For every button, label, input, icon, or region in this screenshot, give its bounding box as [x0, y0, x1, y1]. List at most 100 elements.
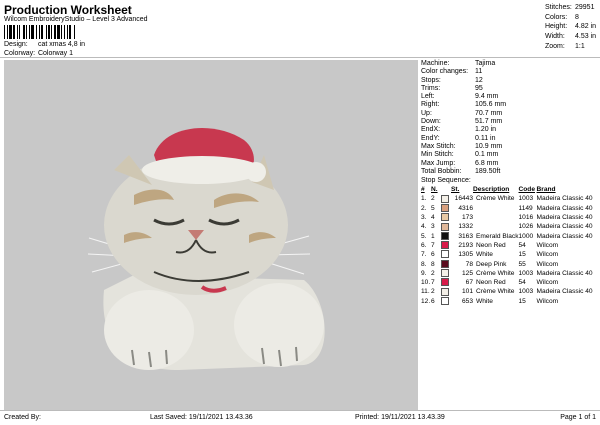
detail-value: 1.20 in [475, 126, 497, 134]
thread-color-swatch [441, 204, 449, 212]
row-index: 2. [421, 204, 427, 212]
color-swatch [441, 287, 451, 296]
table-row: 12. 6 653 White 15 Wilcom [421, 296, 599, 306]
colorway-label: Colorway: [4, 50, 36, 57]
stop-sequence-table: # N. St. Description Code Brand 1. 2 16443… [421, 185, 599, 306]
thread-color-swatch [441, 194, 449, 203]
table-row: 5. 1 3163 Emerald Black 1000 Madeira Classic … [421, 231, 599, 241]
color-description [473, 204, 519, 213]
table-row: 10. 7 67 Neon Red 54 Wilcom [421, 278, 599, 287]
color-swatch [441, 296, 451, 306]
detail-label: Up: [421, 109, 432, 117]
row-index: 3. [421, 214, 427, 222]
stitch-count: 1305 [458, 251, 473, 259]
page-number: Page 1 of 1 [560, 414, 596, 421]
detail-label: Down: [421, 118, 441, 126]
thread-brand: Madeira Classic 40 [536, 214, 593, 222]
detail-label: Trims: [421, 84, 441, 92]
stat-row: Height: 4.82 in [545, 22, 597, 32]
colorway-name: Colorway 1 [37, 50, 73, 57]
row-index: 8. [421, 260, 427, 268]
detail-row: Max Stitch: 10.9 mm [421, 143, 599, 151]
thread-code: 1149 [518, 204, 533, 212]
software-name: Wilcom EmbroideryStudio – Level 3 Advanc… [4, 16, 148, 23]
thread-brand: Madeira Classic 40 [536, 232, 593, 240]
table-header-row: # N. St. Description Code Brand [421, 185, 599, 194]
stat-value: 4.53 in [575, 33, 597, 41]
color-swatch [441, 222, 451, 231]
stop-number: 8 [431, 260, 435, 268]
thread-code: 15 [518, 251, 526, 259]
detail-row: EndY: 0.11 in [421, 135, 599, 143]
table-row: 2. 5 4316 1149 Madeira Classic 40 [421, 204, 599, 213]
detail-label: EndX: [421, 126, 441, 134]
color-swatch [441, 231, 451, 241]
detail-row: Up: 70.7 mm [421, 110, 599, 118]
stitch-count: 2193 [458, 241, 473, 249]
thread-brand: Wilcom [536, 297, 559, 305]
detail-label: Max Jump: [421, 159, 456, 167]
created-by: Created By: [4, 414, 41, 421]
detail-value: 9.4 mm [475, 93, 499, 101]
thread-brand: Wilcom [536, 260, 559, 268]
design-name: cat xmas 4,8 in [37, 41, 86, 48]
thread-brand: Wilcom [536, 279, 559, 287]
detail-label: Min Stitch: [421, 151, 454, 159]
thread-color-swatch [441, 296, 449, 305]
stat-label: Zoom: [545, 42, 565, 50]
barcode [4, 25, 122, 39]
thread-code: 1000 [518, 232, 534, 240]
col-header: N. [431, 186, 438, 194]
color-description: Deep Pink [476, 260, 507, 268]
color-description: White [476, 251, 493, 259]
stats-box: Stitches: 29951 Colors: 8 Height: 4.82 in W… [545, 3, 597, 51]
stitch-count: 101 [461, 288, 473, 296]
color-swatch [441, 241, 451, 250]
detail-value: 189.50ft [475, 167, 501, 175]
thread-code: 54 [518, 241, 526, 249]
detail-label: Max Stitch: [421, 142, 456, 150]
stop-number: 1 [431, 232, 435, 240]
thread-brand: Madeira Classic 40 [536, 223, 593, 231]
stitch-count: 1332 [458, 223, 473, 231]
color-description: Emerald Black [476, 232, 519, 240]
thread-code: 15 [518, 297, 526, 305]
table-row: 7. 6 1305 White 15 Wilcom [421, 250, 599, 259]
thread-code: 1026 [518, 223, 534, 231]
colorway-info: Colorway: Colorway 1 [4, 50, 73, 57]
thread-brand: Madeira Classic 40 [536, 288, 593, 296]
color-swatch [441, 194, 451, 203]
thread-code: 1003 [518, 195, 534, 203]
thread-color-swatch [441, 222, 449, 231]
stitch-count: 3163 [458, 232, 473, 240]
stop-sequence-title: Stop Sequence: [421, 177, 471, 185]
thread-brand: Madeira Classic 40 [536, 269, 593, 277]
stat-row: Stitches: 29951 [545, 3, 597, 13]
table-row: 1. 2 16443 Crème White 1003 Madeira Classic 4… [421, 194, 599, 203]
stop-number: 4 [431, 214, 435, 222]
detail-label: Total Bobbin: [421, 167, 462, 175]
color-description: White [476, 297, 493, 305]
stat-value: 8 [575, 13, 579, 21]
color-description: Crème White [476, 288, 515, 296]
stop-number: 7 [431, 279, 435, 287]
col-header: # [421, 186, 425, 194]
detail-row: Stops: 12 [421, 77, 599, 85]
stat-value: 1:1 [575, 42, 585, 50]
thread-color-swatch [441, 287, 449, 296]
header-divider [0, 57, 600, 58]
col-header: Code [518, 186, 535, 194]
footer: Created By: Last Saved: 19/11/2021 13.43… [0, 410, 600, 425]
page-title: Production Worksheet [4, 3, 132, 17]
cat-embroidery-image [87, 128, 325, 370]
stop-number: 2 [431, 269, 435, 277]
color-swatch [441, 269, 451, 278]
stitch-count: 173 [461, 214, 473, 222]
table-row: 3. 4 173 1016 Madeira Classic 40 [421, 213, 599, 222]
detail-value: 70.7 mm [475, 109, 503, 117]
thread-code: 1016 [518, 214, 534, 222]
design-info: Design: cat xmas 4,8 in [4, 41, 85, 48]
row-index: 12. [421, 297, 431, 305]
table-row: 6. 7 2193 Neon Red 54 Wilcom [421, 241, 599, 250]
thread-brand: Madeira Classic 40 [536, 204, 593, 212]
